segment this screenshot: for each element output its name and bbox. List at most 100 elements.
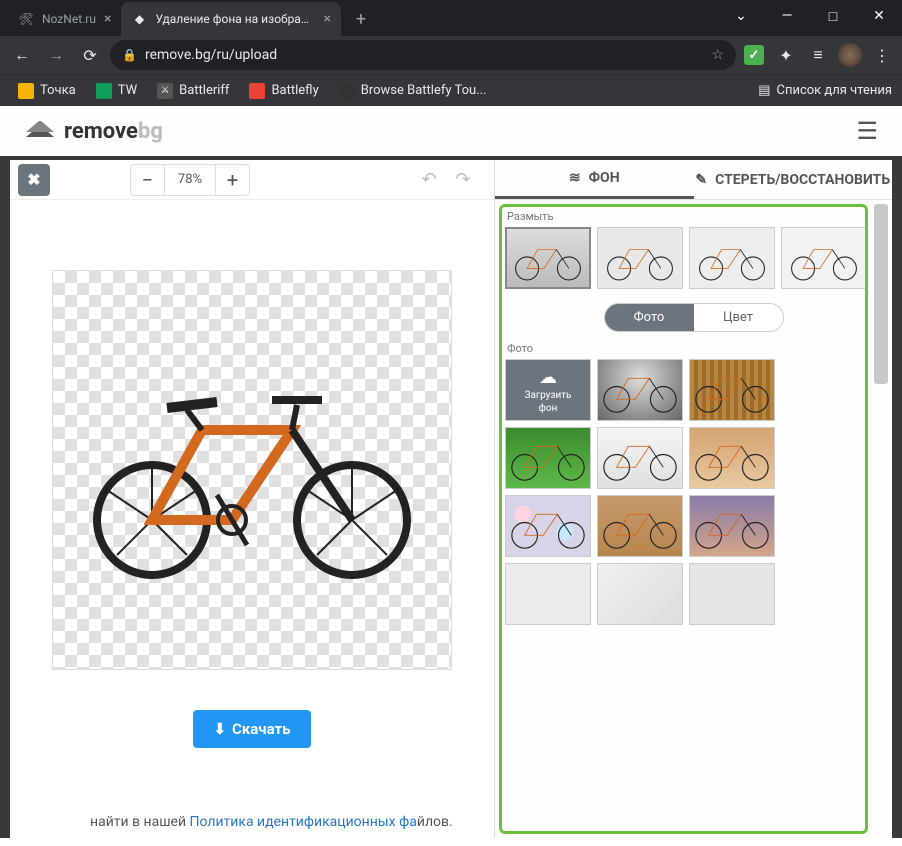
bookmark-tw[interactable]: TW [88,79,145,103]
tab-label: ФОН [589,170,620,186]
bookmark-battleriff[interactable]: ⚔Battleriff [149,79,237,103]
bg-thumb-bokeh[interactable] [505,495,591,557]
editor-modal: ✖ − 78% + ↶ ↷ [10,160,892,838]
canvas-panel: ✖ − 78% + ↶ ↷ [10,160,494,838]
bg-thumb-white-wall[interactable] [597,427,683,489]
brush-icon: ✎ [695,172,707,188]
side-tabs: ≋ ФОН ✎ СТЕРЕТЬ/ВОССТАНОВИТЬ [495,160,892,200]
bookmarks-bar: Точка TW ⚔Battleriff Battlefly Browse Ba… [0,74,902,106]
tab-close-icon[interactable]: × [104,11,111,27]
logo-light: bg [138,119,163,144]
undo-button[interactable]: ↶ [414,165,444,195]
zoom-controls: − 78% + [130,164,250,196]
cloud-upload-icon: ☁ [539,367,557,388]
extension-check[interactable]: ✓ [742,43,766,67]
lock-icon: 🔒 [122,48,137,62]
subject-image [72,360,432,580]
tab-background[interactable]: ≋ ФОН [495,160,694,199]
editor-overlay: ✖ − 78% + ↶ ↷ [0,156,902,838]
window-chevron[interactable]: ⌄ [718,0,764,32]
hamburger-menu-icon[interactable]: ☰ [856,117,878,145]
new-tab-button[interactable]: + [347,5,375,33]
bookmark-label: TW [118,83,137,98]
upload-background-button[interactable]: ☁ Загрузить фон [505,359,591,421]
reading-list-button[interactable]: ▤ Список для чтения [758,83,892,98]
window-controls: ⌄ — □ ✕ [718,0,902,32]
image-canvas[interactable] [52,270,452,670]
window-close[interactable]: ✕ [856,0,902,32]
bookmark-label: Battleriff [179,83,229,98]
tab-close-icon[interactable]: × [323,11,330,27]
zoom-out-button[interactable]: − [131,165,165,195]
bg-thumb-sunset[interactable] [689,495,775,557]
bookmark-star-icon[interactable]: ☆ [711,47,724,63]
blur-thumb-medium[interactable] [689,227,775,289]
footer-link[interactable]: Политика идентификационных фа [190,814,417,830]
toggle-photo[interactable]: Фото [605,304,694,331]
blur-thumb-original[interactable] [505,227,591,289]
bookmark-tochka[interactable]: Точка [10,79,84,103]
nav-forward-button[interactable]: → [42,41,70,69]
editor-close-button[interactable]: ✖ [18,164,50,196]
site-logo[interactable]: removebg [24,119,163,144]
window-minimize[interactable]: — [764,0,810,32]
footer-after: йлов. [417,814,453,830]
photo-backgrounds-grid: ☁ Загрузить фон [501,359,886,625]
browser-chrome: ⌄ — □ ✕ 🛠 NozNet.ru × ◆ Удаление фона на… [0,0,902,106]
address-bar[interactable]: 🔒 remove.bg/ru/upload ☆ [110,40,736,70]
favicon-noznet: 🛠 [18,11,34,27]
browser-toolbar: ← → ⟳ 🔒 remove.bg/ru/upload ☆ ✓ ✦ ≡ ⋮ [0,36,902,74]
browser-menu-icon[interactable]: ⋮ [870,43,894,67]
bookmark-label: Browse Battlefy Tou... [361,83,487,98]
tab-erase-restore[interactable]: ✎ СТЕРЕТЬ/ВОССТАНОВИТЬ [694,160,893,199]
bg-thumb-wood-natural[interactable] [597,495,683,557]
bookmark-label: Точка [40,83,76,98]
site-header: removebg ☰ [0,106,902,156]
tab-label: СТЕРЕТЬ/ВОССТАНОВИТЬ [715,172,890,188]
blur-thumb-heavy[interactable] [781,227,867,289]
bookmark-label: Battlefly [271,83,318,98]
bg-thumb-grass[interactable] [505,427,591,489]
bg-thumb-wood-slats[interactable] [689,359,775,421]
zoom-in-button[interactable]: + [215,165,249,195]
scrollbar[interactable] [874,204,888,384]
upload-label-2: фон [539,403,558,414]
footer-text: найти в нашей Политика идентификационных… [90,814,453,830]
zoom-value: 78% [165,172,215,187]
tab-title: Удаление фона на изображени [155,12,315,26]
reading-list-label: Список для чтения [776,83,892,98]
nav-reload-button[interactable]: ⟳ [76,41,104,69]
download-icon: ⬇ [213,720,226,738]
bg-thumb-autumn-wood[interactable] [689,427,775,489]
nav-back-button[interactable]: ← [8,41,36,69]
extensions-puzzle-icon[interactable]: ✦ [774,43,798,67]
reading-list-icon: ▤ [758,83,770,98]
toggle-color[interactable]: Цвет [694,304,783,331]
redo-button[interactable]: ↷ [448,165,478,195]
blur-thumbnails [501,227,886,289]
browser-tab-noznet[interactable]: 🛠 NozNet.ru × [8,2,121,36]
blur-section-label: Размыть [507,210,886,223]
bg-type-toggle: Фото Цвет [604,303,784,332]
window-maximize[interactable]: □ [810,0,856,32]
download-button[interactable]: ⬇ Скачать [193,710,310,748]
bookmark-battlefly[interactable]: Battlefly [241,79,326,103]
download-label: Скачать [232,720,291,738]
undo-redo-group: ↶ ↷ [414,165,478,195]
photo-section-label: Фото [507,342,886,355]
extension-icons: ✓ ✦ ≡ ⋮ [742,43,894,67]
bg-thumb-concrete[interactable] [689,563,775,625]
footer-before: найти в нашей [90,814,190,830]
bg-thumb-light-gray[interactable] [505,563,591,625]
logo-bold: remove [64,119,138,144]
bookmark-battlefy[interactable]: Browse Battlefy Tou... [331,79,495,103]
bg-thumb-marble[interactable] [597,563,683,625]
upload-label-1: Загрузить [525,390,572,401]
canvas-area: ⬇ Скачать [10,200,494,838]
blur-thumb-light[interactable] [597,227,683,289]
browser-tab-removebg[interactable]: ◆ Удаление фона на изображени × [121,2,340,36]
side-content: Размыть Фото Цвет Фото ☁ [495,200,892,838]
extension-list-icon[interactable]: ≡ [806,43,830,67]
profile-avatar[interactable] [838,43,862,67]
bg-thumb-studio-gray[interactable] [597,359,683,421]
